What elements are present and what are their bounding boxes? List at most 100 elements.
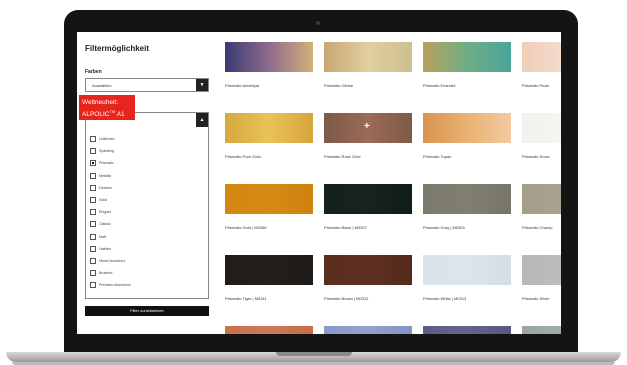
new-product-badge: Weltneuheit: ALPOLICTM A1 [79,95,135,120]
color-swatch[interactable] [522,42,561,72]
color-tile-label: Prismatic Champ [522,225,553,230]
checkbox[interactable] [90,172,96,179]
filter-option[interactable]: Prismatic [90,157,131,169]
color-tile[interactable]: Prismatic Tiger | M0311 [225,255,313,301]
filter-title: Filtermöglichkeit [85,44,150,53]
checkbox[interactable] [90,245,96,252]
checkbox[interactable] [90,160,96,167]
color-tile[interactable]: Prismatic Pure Gold [225,113,313,159]
plus-icon[interactable]: + [364,121,370,133]
checkbox[interactable] [90,136,96,143]
color-tile[interactable] [324,326,412,334]
checkbox[interactable] [90,197,96,204]
checkbox[interactable] [90,209,96,216]
filter-option[interactable]: Premium Aluminium [90,279,131,291]
color-swatch[interactable] [522,113,561,143]
color-swatch[interactable] [225,326,313,334]
filter-option[interactable]: Nickel Anodized [90,255,131,267]
filter-options-list: Uniforben Sparkling Prismatic Metallic Dessi… [90,133,131,291]
filter-option-label: Brushed [99,271,113,276]
color-tile[interactable] [423,326,511,334]
laptop-screen: Filtermöglichkeit Farben Auswählen ▼ Wel… [77,32,561,334]
color-swatch[interactable] [423,255,511,285]
filter-option[interactable]: Solid [90,194,131,206]
checkbox[interactable] [90,184,96,191]
color-swatch[interactable] [225,42,313,72]
color-swatch[interactable]: + [324,113,412,143]
filter-option[interactable]: Uniforben [90,133,131,145]
color-swatch[interactable] [522,184,561,214]
color-tile[interactable]: Prismatic White | M0313 [423,255,511,301]
filter-option[interactable]: Sparkling [90,145,131,157]
reset-filter-button[interactable]: Filter zurücksetzen [85,306,209,316]
filter-option[interactable]: Metallic [90,170,131,182]
badge-line-1: Weltneuheit: [82,99,119,106]
filter-option[interactable]: Elegant [90,206,131,218]
checkbox[interactable] [90,257,96,264]
color-tile[interactable]: Prismatic Citrine [324,42,412,88]
filter-option-label: Classic [99,222,111,227]
color-swatch[interactable] [324,184,412,214]
filter-option-label: Matt [99,234,106,239]
color-swatch[interactable] [522,326,561,334]
color-tile-label: Prismatic Black | M0307 [324,225,367,230]
color-swatch[interactable] [423,326,511,334]
color-swatch[interactable] [423,184,511,214]
color-tile-label: Prismatic Pearl [522,83,549,88]
color-tile-label: Prismatic Gray | M0309 [423,225,465,230]
filter-option[interactable]: Brushed [90,267,131,279]
filter-option[interactable]: Classic [90,218,131,230]
checkbox[interactable] [90,221,96,228]
checkbox[interactable] [90,148,96,155]
color-select-value: Auswählen [92,83,112,88]
color-swatch[interactable] [423,42,511,72]
color-tile-label: Prismatic Gold | M0306 [225,225,267,230]
color-tile-label: Prismatic Snow [522,154,550,159]
chevron-up-icon[interactable]: ▲ [196,113,208,127]
color-swatch[interactable] [324,42,412,72]
color-swatch[interactable] [324,326,412,334]
color-tile[interactable]: Prismatic Black | M0307 [324,184,412,230]
color-tile[interactable]: Prismatic Gold | M0306 [225,184,313,230]
color-swatch[interactable] [423,113,511,143]
color-swatch[interactable] [324,255,412,285]
badge-brand: ALPOLIC [82,111,110,119]
color-tile[interactable]: Prismatic Amethyst [225,42,313,88]
filter-option[interactable]: Hairline [90,243,131,255]
filter-option-label: Solid [99,198,107,203]
color-tile[interactable]: Prismatic Silver [522,255,561,301]
color-tile-label: Prismatic Brown | M0312 [324,296,369,301]
filter-option-label: Nickel Anodized [99,258,125,263]
color-swatch[interactable] [225,113,313,143]
color-tile[interactable] [522,326,561,334]
color-tile[interactable]: Prismatic Pearl [522,42,561,88]
camera-icon [316,21,320,25]
badge-suffix: A1 [115,111,125,119]
badge-line-2: ALPOLICTM A1 [82,107,132,119]
chevron-down-icon[interactable]: ▼ [196,79,208,91]
color-tile[interactable]: Prismatic Champ [522,184,561,230]
filter-option-label: Hairline [99,246,112,251]
color-tile-label: Prismatic Emerald [423,83,456,88]
color-tile[interactable]: Prismatic Emerald [423,42,511,88]
filter-option[interactable]: Matt [90,231,131,243]
color-select[interactable]: Auswählen ▼ [85,78,209,92]
checkbox[interactable] [90,233,96,240]
checkbox[interactable] [90,270,96,277]
color-tile-label: Prismatic Citrine [324,83,354,88]
color-tile[interactable]: Prismatic Snow [522,113,561,159]
checkbox[interactable] [90,282,96,289]
color-swatch[interactable] [522,255,561,285]
filter-option-label: Premium Aluminium [99,283,131,288]
filter-option-label: Sparkling [99,149,114,154]
color-tile[interactable]: Prismatic Topaz [423,113,511,159]
laptop-notch [276,352,352,356]
color-tile[interactable]: Prismatic Gray | M0309 [423,184,511,230]
color-tile[interactable] [225,326,313,334]
filter-option[interactable]: Dessine [90,182,131,194]
color-tile[interactable]: + Prismatic Rose Gold [324,113,412,159]
color-tile-label: Prismatic Silver [522,296,550,301]
color-tile[interactable]: Prismatic Brown | M0312 [324,255,412,301]
color-swatch[interactable] [225,184,313,214]
color-swatch[interactable] [225,255,313,285]
